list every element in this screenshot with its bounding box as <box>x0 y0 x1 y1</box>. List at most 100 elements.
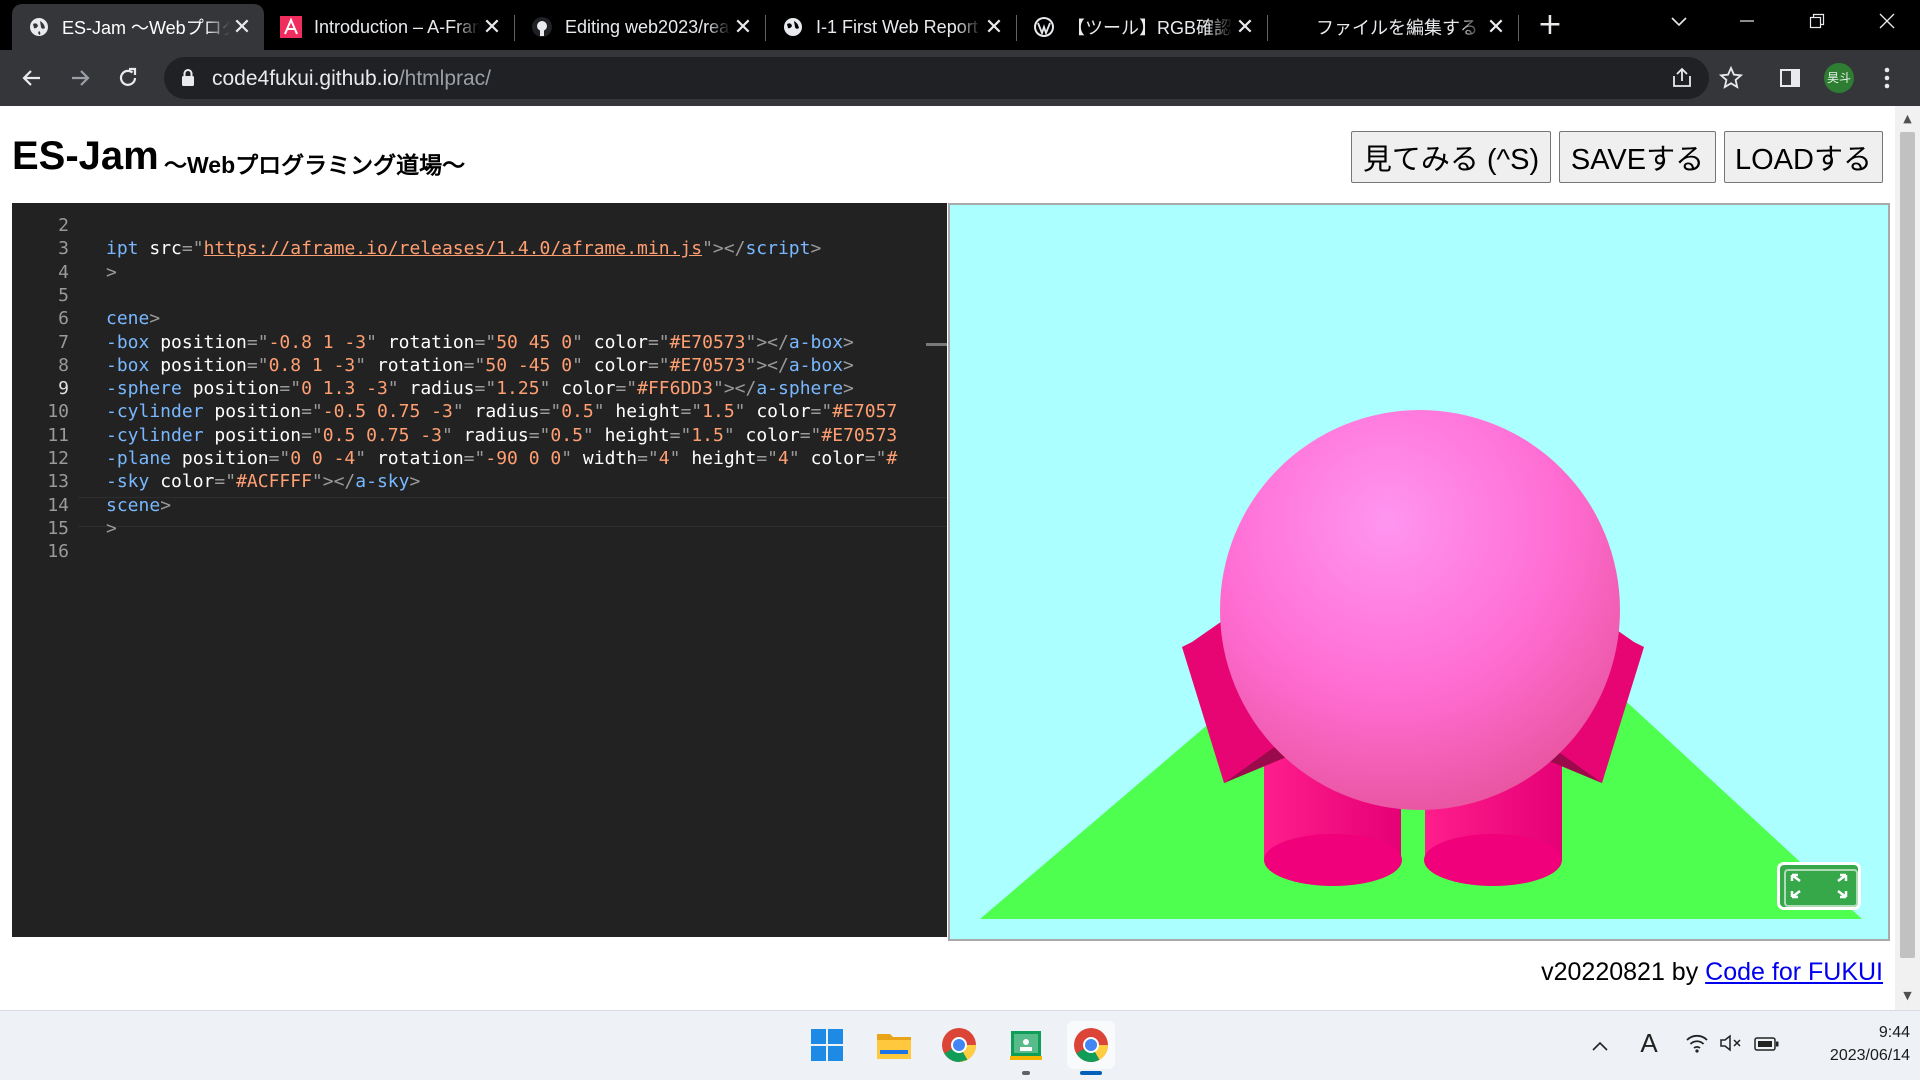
code-token: radius <box>409 378 475 400</box>
scroll-down-icon[interactable]: ▼ <box>1895 986 1920 1006</box>
tab-aframe[interactable]: Introduction – A-Frame ✕ <box>264 4 514 50</box>
code-line[interactable]: -sky color="#ACFFFF"></a-sky> <box>106 471 420 492</box>
volume-muted-icon[interactable] <box>1716 1033 1746 1059</box>
bookmark-star-icon[interactable] <box>1716 63 1746 93</box>
chrome-active-button[interactable] <box>1067 1021 1115 1069</box>
code-token: -0.5 0.75 -3 <box>322 401 453 423</box>
code-token: 0.5 <box>561 401 594 423</box>
code-token: =" <box>647 354 670 376</box>
file-explorer-button[interactable] <box>870 1021 918 1069</box>
url-path: /htmlprac/ <box>398 67 492 90</box>
code-line[interactable]: > <box>106 262 117 283</box>
code-line[interactable]: -cylinder position="0.5 0.75 -3" radius=… <box>106 425 897 446</box>
tab-strip: ES-Jam 〜Webプログラミング道場〜 ✕ Introduction – A… <box>0 0 1920 50</box>
code-token: position <box>214 401 302 423</box>
tab-rgb-tool[interactable]: 【ツール】RGB確認ツール ✕ <box>1017 4 1267 50</box>
code-token: > <box>409 471 421 493</box>
code-for-fukui-link[interactable]: Code for FUKUI <box>1705 958 1883 986</box>
page-scrollbar[interactable]: ▲ ▼ <box>1895 106 1920 1010</box>
code-line[interactable]: cene> <box>106 308 160 329</box>
forward-icon[interactable] <box>60 58 100 98</box>
code-token: " <box>593 401 616 423</box>
vr-fullscreen-button[interactable] <box>1777 862 1861 910</box>
code-token: position <box>214 424 302 446</box>
clock-date: 2023/06/14 <box>1829 1047 1910 1064</box>
chrome-taskbar-button[interactable] <box>935 1021 983 1069</box>
code-line[interactable]: -cylinder position="-0.5 0.75 -3" radius… <box>106 401 897 422</box>
tab-close-icon[interactable]: ✕ <box>1484 14 1508 40</box>
view-button[interactable]: 見てみる (^S) <box>1351 131 1551 183</box>
left-leg-bottom <box>1264 834 1402 886</box>
wordpress-icon <box>1033 16 1055 38</box>
code-token: rotation <box>376 354 464 376</box>
share-icon[interactable] <box>1669 65 1695 91</box>
code-token: -cylinder <box>106 401 215 423</box>
code-token: " <box>788 448 811 469</box>
code-line[interactable]: ipt src="https://aframe.io/releases/1.4.… <box>106 238 821 259</box>
tab-close-icon[interactable]: ✕ <box>1233 14 1257 40</box>
scroll-up-icon[interactable]: ▲ <box>1895 109 1920 129</box>
lock-icon[interactable] <box>180 68 200 88</box>
code-token: =" <box>301 401 323 423</box>
code-line[interactable]: > <box>106 518 117 539</box>
code-token: color <box>160 471 215 493</box>
classroom-button[interactable] <box>1002 1021 1050 1069</box>
tab-es-jam[interactable]: ES-Jam 〜Webプログラミング道場〜 ✕ <box>12 4 264 50</box>
tab-github[interactable]: Editing web2023/readme ✕ <box>515 4 765 50</box>
code-token: #ACFFFF <box>236 471 312 493</box>
version-footer: v20220821 by Code for FUKUI <box>1541 958 1883 987</box>
code-token: color <box>593 354 648 376</box>
scene-canvas[interactable] <box>950 205 1888 939</box>
reload-icon[interactable] <box>108 58 148 98</box>
code-token: 0 0 -4 <box>290 448 356 469</box>
preview-frame[interactable] <box>948 203 1890 941</box>
code-line[interactable]: scene> <box>106 495 171 516</box>
wifi-icon[interactable] <box>1682 1033 1712 1059</box>
code-token: " <box>734 401 757 423</box>
code-token: =" <box>756 448 779 469</box>
ime-indicator[interactable]: A <box>1634 1028 1664 1059</box>
address-bar[interactable]: code4fukui.github.io/htmlprac/ <box>164 57 1709 99</box>
restore-icon[interactable] <box>1788 0 1846 46</box>
tab-title: I-1 First Web Report <box>816 16 978 37</box>
code-token: color <box>810 448 865 469</box>
code-token: 0.8 1 -3 <box>268 354 356 376</box>
tab-first-web-report[interactable]: I-1 First Web Report ✕ <box>766 4 1016 50</box>
code-line[interactable]: -sphere position="0 1.3 -3" radius="1.25… <box>106 378 854 399</box>
code-token: " <box>441 424 464 446</box>
line-number-gutter: 2 3 4 5 6 7 8 9 10 11 12 13 14 15 16 <box>12 203 78 937</box>
save-button[interactable]: SAVEする <box>1559 131 1716 183</box>
code-token: "></ <box>745 331 789 353</box>
code-line[interactable]: -plane position="0 0 -4" rotation="-90 0… <box>106 448 897 469</box>
tab-close-icon[interactable]: ✕ <box>731 14 755 40</box>
code-token: =" <box>463 448 486 469</box>
side-panel-icon[interactable] <box>1775 63 1805 93</box>
page-subtitle: 〜Webプログラミング道場〜 <box>164 152 466 178</box>
code-token: " <box>582 424 605 446</box>
code-line[interactable]: -box position="0.8 1 -3" rotation="50 -4… <box>106 355 854 376</box>
tab-close-icon[interactable]: ✕ <box>230 14 254 40</box>
menu-kebab-icon[interactable] <box>1872 63 1902 93</box>
tab-close-icon[interactable]: ✕ <box>480 14 504 40</box>
back-icon[interactable] <box>12 58 52 98</box>
minimize-icon[interactable] <box>1718 0 1776 46</box>
tab-title: Introduction – A-Frame <box>314 16 480 37</box>
code-editor[interactable]: 2 3 4 5 6 7 8 9 10 11 12 13 14 15 16 ipt src="https://… <box>12 203 947 937</box>
system-clock[interactable]: 9:44 2023/06/14 <box>1800 1021 1910 1067</box>
scrollbar-thumb[interactable] <box>1900 132 1915 958</box>
code-line[interactable]: -box position="-0.8 1 -3" rotation="50 4… <box>106 332 854 353</box>
aframe-icon <box>280 16 302 38</box>
battery-icon[interactable] <box>1752 1033 1782 1058</box>
new-tab-button[interactable]: + <box>1533 8 1567 42</box>
code-token: =" <box>528 424 551 446</box>
show-hidden-icons-icon[interactable] <box>1585 1033 1615 1058</box>
code-token: > <box>843 354 854 376</box>
tab-search-icon[interactable] <box>1650 0 1708 46</box>
load-button[interactable]: LOADする <box>1724 131 1883 183</box>
profile-avatar[interactable]: 昊斗 <box>1824 63 1854 93</box>
tab-edit-file[interactable]: ファイルを編集する - C ✕ <box>1268 4 1518 50</box>
tab-close-icon[interactable]: ✕ <box>982 14 1006 40</box>
start-button[interactable] <box>803 1021 851 1069</box>
editor-scroll-marker[interactable] <box>926 343 947 346</box>
close-window-icon[interactable] <box>1858 0 1916 46</box>
